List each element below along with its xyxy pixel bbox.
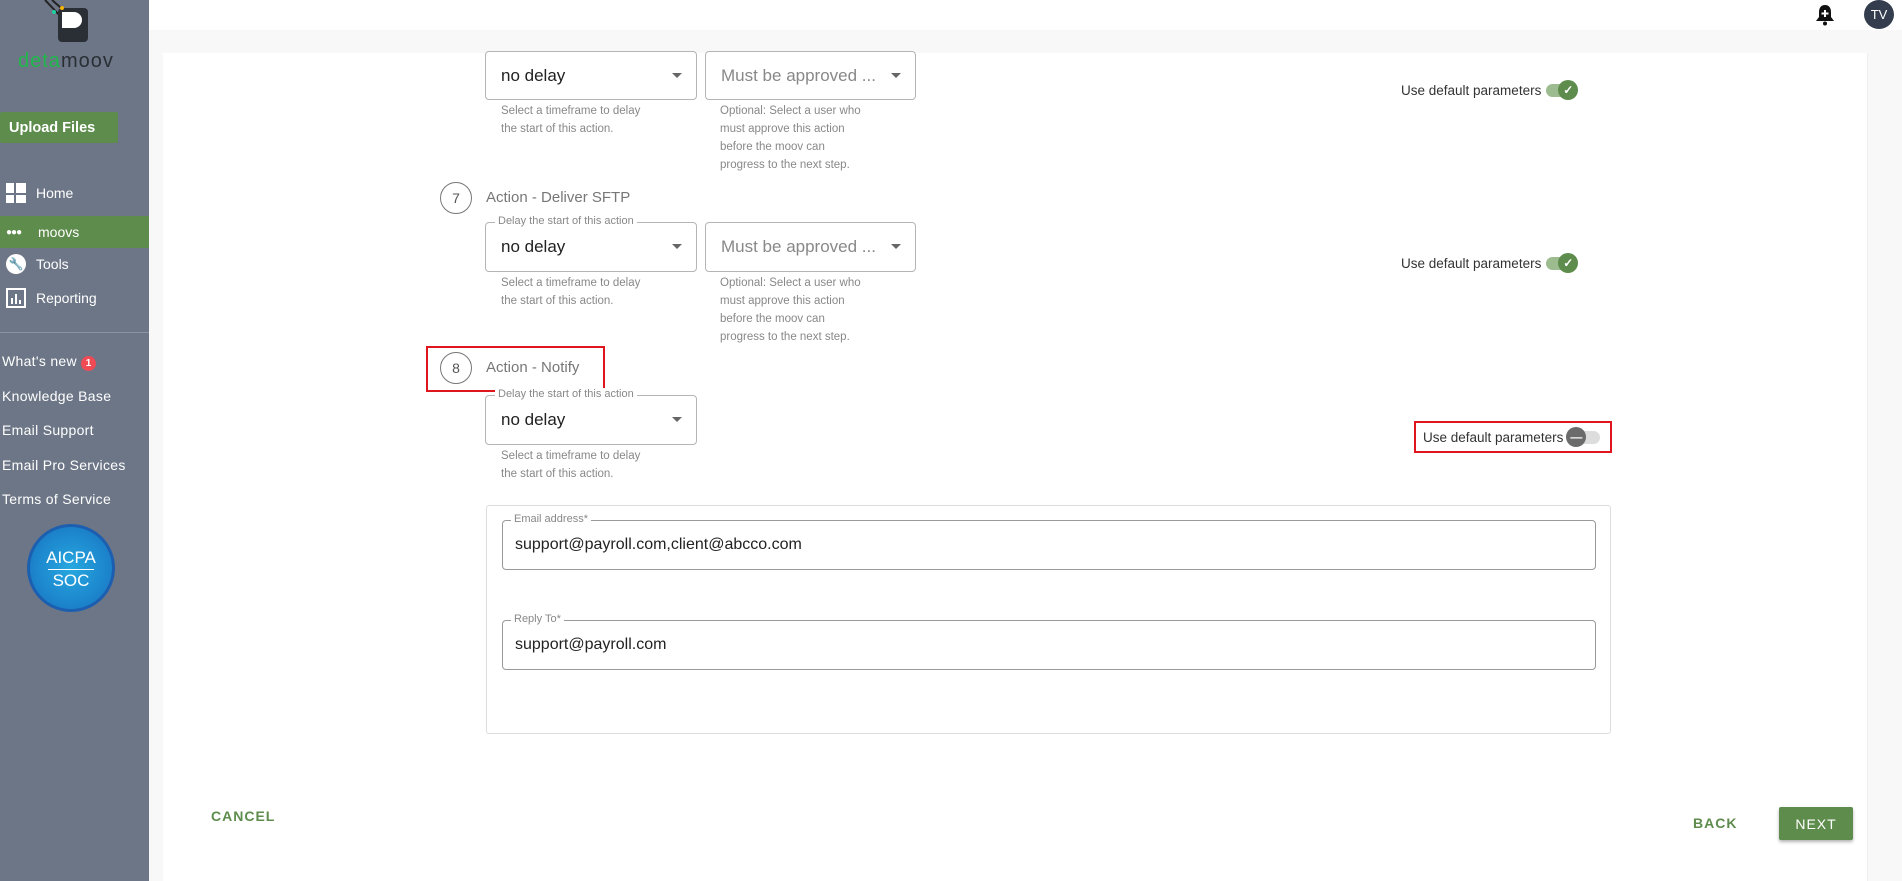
- field-label: Delay the start of this action: [495, 388, 637, 400]
- back-button[interactable]: BACK: [1693, 815, 1737, 831]
- knowledge-base-link[interactable]: Knowledge Base: [2, 388, 111, 404]
- chart-icon: [6, 288, 26, 308]
- sidebar-item-reporting[interactable]: Reporting: [0, 282, 149, 314]
- select-placeholder: Must be approved ...: [721, 65, 876, 85]
- logo-text: moov: [60, 50, 114, 72]
- badge-text: SOC: [48, 569, 94, 592]
- email-address-input[interactable]: Email address* support@payroll.com,client…: [502, 513, 1596, 570]
- bell-plus-icon[interactable]: [1815, 4, 1835, 26]
- upload-files-button[interactable]: Upload Files: [0, 112, 118, 143]
- use-default-toggle[interactable]: Use default parameters ✓: [1401, 253, 1579, 273]
- cancel-button[interactable]: CANCEL: [211, 808, 275, 824]
- step-title: Action - Deliver SFTP: [486, 189, 631, 206]
- whats-new-link[interactable]: What's new 1: [2, 353, 97, 371]
- sidebar-item-label: Reporting: [36, 290, 97, 306]
- caret-down-icon: [672, 72, 682, 78]
- select-value: no delay: [501, 65, 566, 85]
- step-number: 8: [440, 352, 472, 384]
- moov-form-card: no delay Must be approved ... Select a t…: [163, 51, 1868, 881]
- sidebar-item-label: Tools: [36, 256, 69, 272]
- email-support-link[interactable]: Email Support: [2, 422, 94, 438]
- field-value: support@payroll.com: [515, 636, 667, 653]
- approver-select[interactable]: Must be approved ...: [705, 51, 916, 100]
- field-label: Email address*: [511, 513, 591, 525]
- delay-help: Select a timeframe to delay the start of …: [501, 277, 641, 307]
- top-bar: TV: [149, 0, 1902, 30]
- wrench-icon: 🔧: [6, 254, 26, 274]
- reply-to-input[interactable]: Reply To* support@payroll.com: [502, 613, 1596, 670]
- delay-select[interactable]: Delay the start of this action no delay: [485, 215, 697, 272]
- avatar[interactable]: TV: [1864, 0, 1894, 29]
- caret-down-icon: [672, 417, 682, 422]
- notify-settings-panel: Email address* support@payroll.com,client…: [486, 505, 1611, 734]
- next-button[interactable]: NEXT: [1779, 807, 1853, 840]
- dashboard-icon: [6, 183, 26, 203]
- sidebar-item-moovs[interactable]: ●●● moovs: [0, 216, 149, 248]
- logo[interactable]: detamoov: [18, 0, 128, 75]
- sidebar-item-tools[interactable]: 🔧 Tools: [0, 248, 149, 280]
- field-label: Reply To*: [511, 613, 564, 625]
- link-label: What's new: [2, 353, 77, 369]
- check-icon: ✓: [1558, 80, 1579, 100]
- delay-select[interactable]: Delay the start of this action no delay: [485, 388, 697, 445]
- email-pro-services-link[interactable]: Email Pro Services: [2, 457, 126, 473]
- toggle-label: Use default parameters: [1401, 82, 1542, 98]
- use-default-toggle[interactable]: Use default parameters ✓: [1401, 80, 1579, 100]
- notification-badge: 1: [81, 356, 97, 371]
- caret-down-icon: [672, 244, 682, 249]
- select-value: no delay: [501, 410, 566, 429]
- badge-text: AICPA: [46, 548, 96, 567]
- aicpa-soc-badge: AICPA SOC: [27, 524, 115, 612]
- step-number: 7: [440, 182, 472, 214]
- approver-select[interactable]: Must be approved ...: [705, 222, 916, 272]
- toggle-label: Use default parameters: [1423, 429, 1564, 445]
- dots-icon: ●●●: [6, 226, 22, 238]
- logo-text: deta: [18, 50, 61, 72]
- logo-mark-icon: [44, 0, 88, 42]
- select-placeholder: Must be approved ...: [721, 237, 876, 256]
- sidebar-item-home[interactable]: Home: [0, 177, 149, 209]
- delay-help: Select a timeframe to delay the start of …: [501, 105, 641, 135]
- approver-help: Optional: Select a user who must approve …: [720, 277, 861, 343]
- caret-down-icon: [891, 244, 901, 249]
- sidebar-item-label: moovs: [38, 224, 80, 240]
- field-label: Delay the start of this action: [495, 215, 637, 227]
- minus-icon: —: [1566, 427, 1587, 447]
- approver-help: Optional: Select a user who must approve …: [720, 105, 861, 171]
- delay-help: Select a timeframe to delay the start of …: [501, 450, 641, 480]
- select-value: no delay: [501, 237, 566, 256]
- use-default-toggle[interactable]: Use default parameters —: [1423, 427, 1601, 447]
- step-title: Action - Notify: [486, 359, 580, 376]
- caret-down-icon: [891, 72, 901, 78]
- field-value: support@payroll.com,client@abcco.com: [515, 536, 802, 553]
- terms-of-service-link[interactable]: Terms of Service: [2, 491, 111, 507]
- delay-select[interactable]: no delay: [485, 51, 697, 100]
- toggle-label: Use default parameters: [1401, 255, 1542, 271]
- check-icon: ✓: [1558, 253, 1579, 273]
- sidebar-divider: [0, 332, 149, 333]
- sidebar-item-label: Home: [36, 185, 74, 201]
- sidebar: detamoov Upload Files Home ●●● moovs 🔧 T…: [0, 0, 149, 881]
